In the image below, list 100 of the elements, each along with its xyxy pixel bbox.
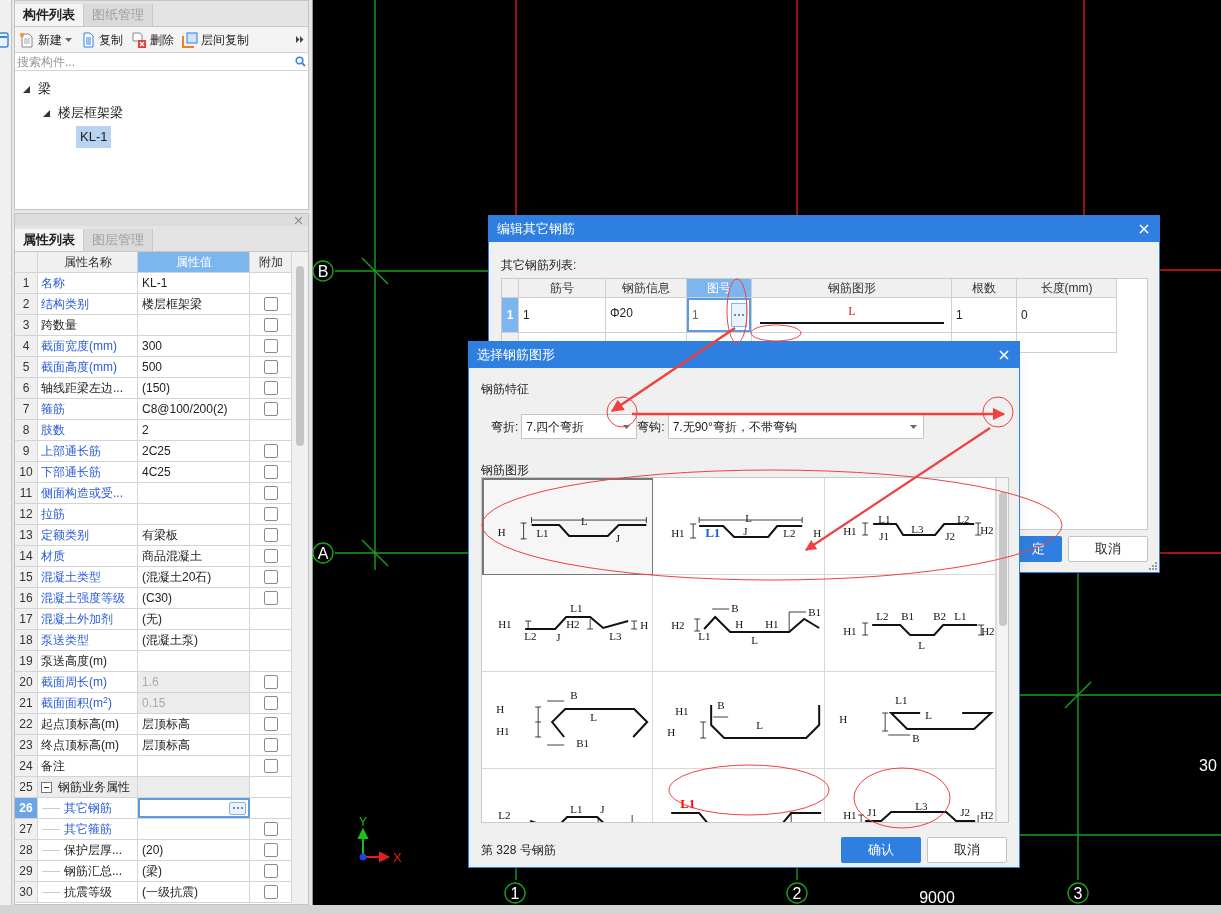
checkbox[interactable] (263, 549, 278, 563)
checkbox[interactable] (263, 843, 278, 857)
more-icon[interactable] (296, 36, 304, 43)
checkbox[interactable] (263, 507, 278, 521)
dimension-label: B (911, 732, 920, 744)
dialog-button[interactable]: 确认 (841, 837, 921, 863)
checkbox[interactable] (263, 318, 278, 332)
tree-item[interactable]: 楼层框架梁 (56, 103, 125, 123)
checkbox[interactable] (263, 297, 278, 311)
shape-number-field[interactable]: 1 (687, 298, 751, 332)
more-button[interactable] (229, 801, 246, 815)
toolbar-button[interactable]: 层间复制 (182, 29, 249, 50)
checkbox[interactable] (263, 402, 278, 416)
window-title: 选择钢筋图形 (477, 346, 555, 365)
window-icon[interactable] (0, 32, 9, 48)
dimension-label: L1 (877, 513, 891, 525)
checkbox[interactable] (263, 591, 278, 605)
toolbar-button[interactable]: 新建 (19, 29, 72, 50)
row-number: 15 (15, 567, 38, 588)
copy-document-icon (80, 31, 96, 48)
toolbar-button[interactable]: 删除 (131, 29, 174, 50)
checkbox[interactable] (263, 717, 278, 731)
shape-option[interactable]: H1 L1 J1 L3 J2 L2 H2 (824, 478, 996, 575)
shape-option[interactable]: L1 (653, 769, 825, 822)
dropdown[interactable]: 7.无90°弯折，不带弯钩 (667, 414, 924, 439)
dimension-label: J (743, 525, 748, 537)
checkbox[interactable] (263, 759, 278, 773)
dimension-label: L (924, 709, 932, 721)
tree-item[interactable]: 梁 (36, 79, 53, 99)
axis-bubble: 1 (504, 882, 526, 904)
expander-icon[interactable] (43, 109, 50, 117)
collapse-icon[interactable] (41, 781, 52, 793)
axis-label: Y (359, 815, 367, 829)
scrollbar-thumb[interactable] (296, 266, 304, 446)
tree-item[interactable]: KL-1 (76, 126, 112, 148)
shape-option[interactable]: H L1 L B (824, 672, 996, 769)
expander-icon[interactable] (23, 85, 30, 93)
axis-line (796, 867, 798, 881)
value-input-field[interactable] (138, 798, 250, 818)
resize-grip-icon[interactable] (1149, 562, 1157, 570)
beam-line (1159, 269, 1221, 271)
checkbox[interactable] (263, 339, 278, 353)
panel-tab[interactable]: 构件列表 (15, 4, 84, 26)
new-document-icon (19, 31, 35, 48)
property-name: 截面面积(m$^{2}$) (41, 694, 112, 712)
column-header[interactable]: 长度(mm) (1017, 279, 1117, 298)
column-header[interactable]: 筋号 (519, 279, 606, 298)
row-number: 1 (502, 298, 519, 333)
dimension-label: H2 (979, 524, 994, 536)
checkbox[interactable] (263, 822, 278, 836)
shape-option[interactable]: H1 L1 H2 L2 J L3 H (482, 575, 654, 672)
checkbox[interactable] (263, 465, 278, 479)
panel-tab[interactable]: 属性列表 (15, 229, 84, 251)
column-header[interactable]: 附加 (250, 252, 292, 273)
shape-option[interactable]: L2 L1 J (482, 769, 654, 822)
rebar-segment (670, 812, 711, 822)
checkbox[interactable] (263, 381, 278, 395)
property-value: 1.6 (138, 672, 250, 693)
checkbox[interactable] (263, 528, 278, 542)
more-button[interactable] (731, 303, 747, 327)
column-header[interactable]: 钢筋信息 (606, 279, 687, 298)
dimension-text: 9000 (919, 889, 955, 905)
property-name: 钢筋业务属性 (58, 779, 130, 796)
column-header[interactable]: 属性名称 (38, 252, 138, 273)
dialog-button[interactable]: 取消 (1068, 536, 1148, 562)
close-icon[interactable] (295, 216, 302, 224)
annotation-ellipse (750, 324, 802, 342)
checkbox[interactable] (263, 738, 278, 752)
toolbar-button[interactable]: 复制 (80, 29, 123, 50)
axis-tick (1064, 681, 1092, 709)
dimension-text: 30 (1199, 757, 1217, 774)
row-number: 24 (15, 756, 38, 777)
dimension-label: H2 (566, 618, 580, 630)
checkbox[interactable] (263, 696, 278, 710)
dialog-button[interactable]: 取消 (927, 837, 1007, 863)
dropdown[interactable]: 7.四个弯折 (521, 414, 638, 439)
shape-option[interactable]: H1 H B L (653, 672, 825, 769)
checkbox[interactable] (263, 885, 278, 899)
shape-option[interactable]: H L1 L J (482, 478, 654, 575)
checkbox[interactable] (263, 360, 278, 374)
checkbox[interactable] (263, 444, 278, 458)
search-field[interactable]: 搜索构件... (17, 52, 295, 71)
table-cell: 1 (519, 298, 606, 333)
checkbox[interactable] (263, 570, 278, 584)
property-name: 箍筋 (41, 401, 65, 418)
scrollbar-thumb[interactable] (998, 492, 1007, 626)
dimension-label: J1 (878, 530, 889, 542)
column-header[interactable]: 根数 (952, 279, 1017, 298)
checkbox[interactable] (263, 864, 278, 878)
checkbox[interactable] (263, 675, 278, 689)
shape-option[interactable]: H H1 B B1 L (482, 672, 654, 769)
column-header[interactable]: 钢筋图形 (752, 279, 952, 298)
checkbox[interactable] (263, 486, 278, 500)
dimension-label: H2 (671, 619, 685, 631)
dimension-label: L3 (609, 630, 622, 642)
row-number: 7 (15, 399, 38, 420)
shape-option[interactable]: L2 B1 B2 L1 H1 L H2 (824, 575, 996, 672)
shape-option[interactable]: H2 B B1 H H1 L1 L (653, 575, 825, 672)
shape-option[interactable]: H1 L1 L J L2 H (653, 478, 825, 575)
search-icon[interactable] (295, 56, 306, 67)
